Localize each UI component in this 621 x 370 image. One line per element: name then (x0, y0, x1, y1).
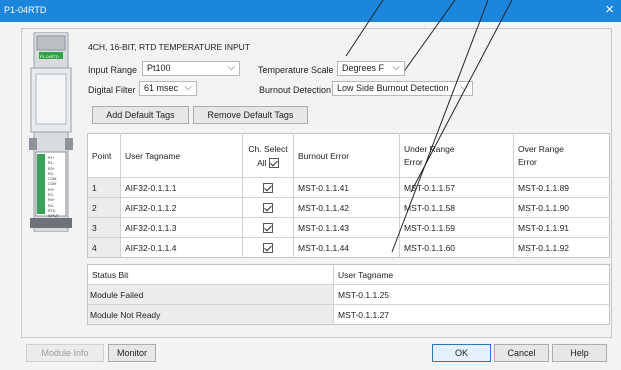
annotation-line (404, 0, 456, 71)
annotation-lines (345, 0, 513, 253)
annotation-line (345, 0, 384, 57)
annotation-line (391, 0, 489, 253)
annotation-line (410, 0, 513, 193)
